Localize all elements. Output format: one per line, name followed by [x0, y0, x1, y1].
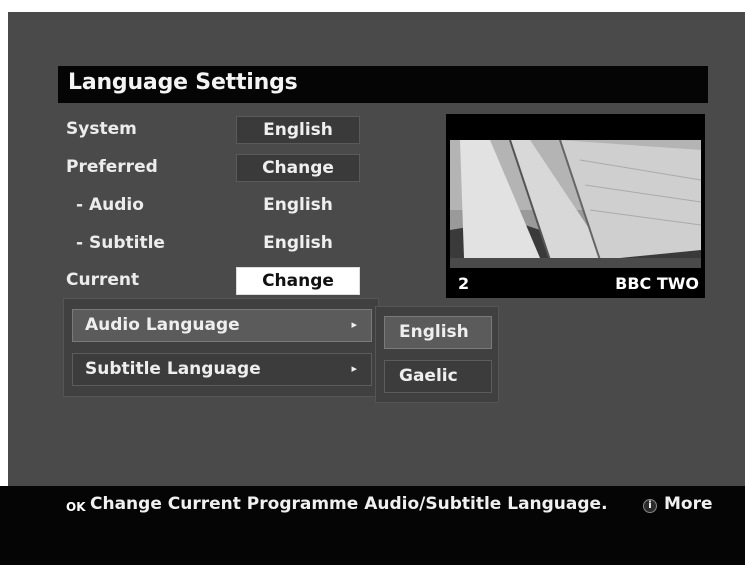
preferred-audio-value: English	[263, 195, 333, 215]
screen-border-top	[0, 0, 745, 12]
ok-key-icon: OK	[66, 500, 86, 514]
channel-name: BBC TWO	[615, 274, 699, 293]
audio-language-options: English Gaelic	[375, 306, 499, 403]
preferred-change-button[interactable]: Change	[236, 154, 360, 182]
title-bar: Language Settings	[58, 66, 708, 103]
preferred-label: Preferred	[66, 157, 158, 177]
current-label: Current	[66, 270, 140, 290]
preferred-subtitle-label: - Subtitle	[76, 233, 165, 253]
screen-border-left	[0, 0, 8, 565]
preferred-audio-label: - Audio	[76, 195, 144, 215]
more-button[interactable]: More	[664, 494, 713, 514]
subtitle-language-menu-item[interactable]: Subtitle Language ▸	[72, 353, 372, 386]
footer-help-bar: OK Change Current Programme Audio/Subtit…	[0, 486, 745, 565]
current-change-button[interactable]: Change	[236, 267, 360, 295]
preview-image	[450, 140, 701, 268]
channel-number: 2	[458, 274, 470, 293]
option-label: English	[399, 322, 469, 342]
option-gaelic[interactable]: Gaelic	[384, 360, 492, 393]
option-label: Gaelic	[399, 366, 458, 386]
system-label: System	[66, 119, 137, 139]
system-language-button[interactable]: English	[236, 116, 360, 144]
chevron-right-icon: ▸	[351, 318, 357, 331]
page-title: Language Settings	[68, 70, 298, 95]
info-icon: i	[643, 499, 657, 513]
audio-language-label: Audio Language	[85, 315, 240, 335]
audio-language-menu-item[interactable]: Audio Language ▸	[72, 309, 372, 342]
current-language-submenu: Audio Language ▸ Subtitle Language ▸	[63, 298, 379, 397]
footer-help-text: Change Current Programme Audio/Subtitle …	[90, 494, 608, 514]
subtitle-language-label: Subtitle Language	[85, 359, 261, 379]
option-english[interactable]: English	[384, 316, 492, 349]
preferred-subtitle-value: English	[263, 233, 333, 253]
chevron-right-icon: ▸	[351, 362, 357, 375]
tv-preview: 2 BBC TWO	[446, 114, 705, 298]
